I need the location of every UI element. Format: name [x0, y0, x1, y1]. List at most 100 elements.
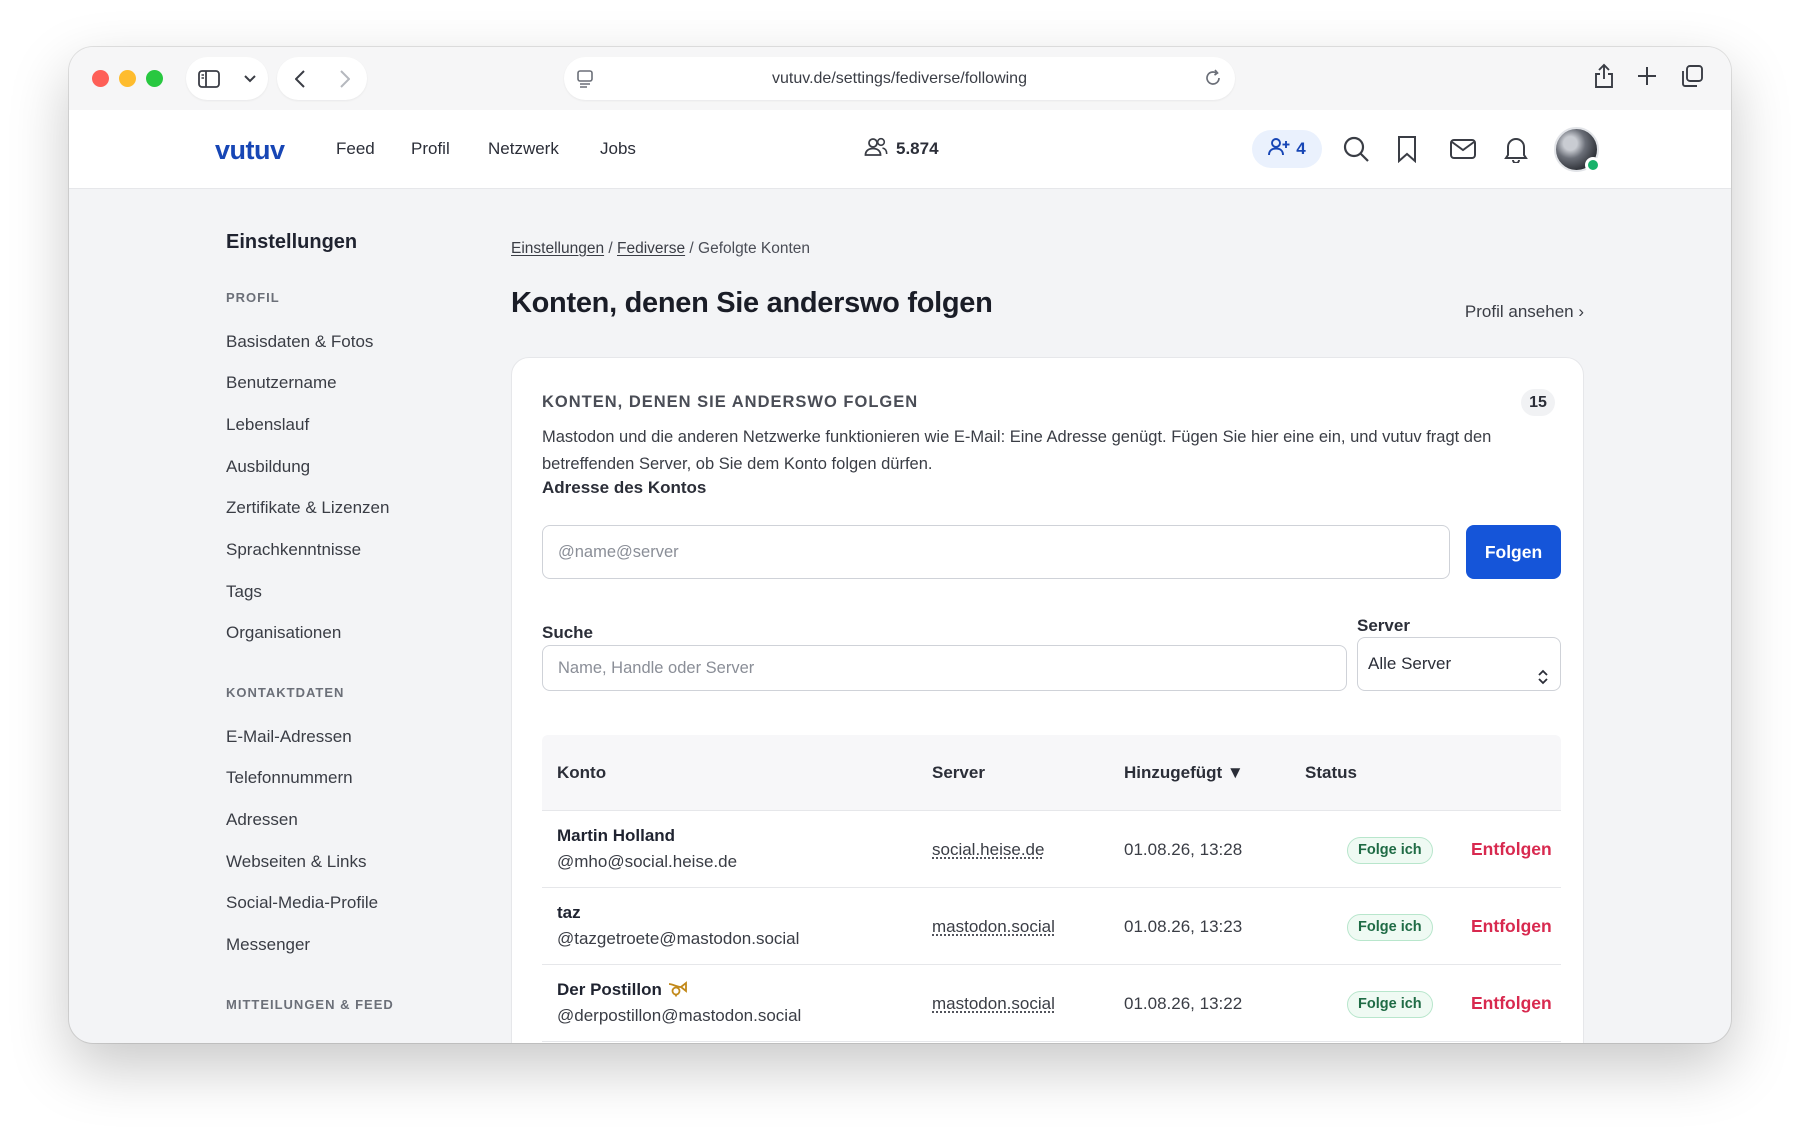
breadcrumb-einstellungen[interactable]: Einstellungen — [511, 240, 604, 257]
site-header: vutuv Feed Profil Netzwerk Jobs 5.874 4 — [69, 110, 1731, 189]
status-badge: Folge ich — [1347, 914, 1433, 941]
column-header-status[interactable]: Status — [1305, 763, 1357, 783]
sidebar-item-basisdaten[interactable]: Basisdaten & Fotos — [226, 332, 373, 352]
follow-button[interactable]: Folgen — [1466, 525, 1561, 579]
zoom-window-button[interactable] — [146, 70, 163, 87]
sidebar-title: Einstellungen — [226, 231, 358, 253]
vutuv-logo[interactable]: vutuv — [215, 135, 285, 166]
account-server[interactable]: mastodon.social — [932, 917, 1055, 937]
sidebar-item-telefonnummern[interactable]: Telefonnummern — [226, 768, 353, 788]
sidebar-section-mitteilungen: MITTEILUNGEN & FEED — [226, 997, 394, 1012]
sidebar-item-sprachkenntnisse[interactable]: Sprachkenntnisse — [226, 540, 361, 560]
table-header: Konto Server Hinzugefügt ▼ Status — [542, 735, 1561, 811]
add-user-icon — [1268, 137, 1290, 162]
sidebar-toggle-group — [186, 57, 268, 100]
view-profile-link[interactable]: Profil ansehen › — [1465, 302, 1584, 322]
breadcrumb-separator: / — [689, 240, 699, 257]
account-server[interactable]: social.heise.de — [932, 840, 1044, 860]
breadcrumb-fediverse[interactable]: Fediverse — [617, 240, 685, 257]
history-nav-group — [277, 57, 367, 100]
added-date: 01.08.26, 13:22 — [1124, 994, 1243, 1013]
nav-feed[interactable]: Feed — [336, 139, 375, 159]
added-date: 01.08.26, 13:23 — [1124, 917, 1243, 936]
tab-overview-icon[interactable] — [1680, 63, 1704, 94]
mail-icon[interactable] — [1449, 135, 1477, 168]
account-server[interactable]: mastodon.social — [932, 994, 1055, 1014]
account-handle: @derpostillon@mastodon.social — [557, 1006, 802, 1025]
reload-icon[interactable] — [1204, 69, 1222, 92]
following-card: KONTEN, DENEN SIE ANDERSWO FOLGEN 15 Mas… — [511, 357, 1584, 1043]
server-select[interactable]: Alle Server — [1357, 637, 1561, 691]
following-table: Konto Server Hinzugefügt ▼ Status Martin… — [542, 735, 1561, 1042]
sidebar-item-messenger[interactable]: Messenger — [226, 935, 310, 955]
sidebar-section-kontaktdaten: KONTAKTDATEN — [226, 685, 345, 700]
sidebar-item-webseiten[interactable]: Webseiten & Links — [226, 852, 366, 872]
account-handle: @tazgetroete@mastodon.social — [557, 929, 800, 948]
account-name-wrapper: Der Postillon — [557, 980, 688, 1000]
column-header-server[interactable]: Server — [932, 763, 985, 783]
nav-jobs[interactable]: Jobs — [600, 139, 636, 159]
column-header-konto[interactable]: Konto — [557, 763, 606, 783]
account-name: taz — [557, 903, 581, 922]
sidebar-item-tags[interactable]: Tags — [226, 582, 262, 602]
account-name: Der Postillon — [557, 980, 662, 999]
card-heading: KONTEN, DENEN SIE ANDERSWO FOLGEN — [542, 393, 919, 411]
address-label: Adresse des Kontos — [542, 478, 707, 497]
forward-arrow-icon[interactable] — [339, 69, 350, 88]
table-row: Martin Holland @mho@social.heise.de soci… — [542, 811, 1561, 888]
breadcrumb-separator: / — [608, 240, 618, 257]
unfollow-button[interactable]: Entfolgen — [1471, 993, 1552, 1014]
account-address-input[interactable] — [542, 525, 1450, 579]
post-horn-icon — [668, 981, 687, 997]
breadcrumb-current: Gefolgte Konten — [698, 240, 811, 257]
added-date: 01.08.26, 13:28 — [1124, 840, 1243, 859]
sidebar-icon[interactable] — [198, 69, 220, 88]
bookmark-icon[interactable] — [1396, 135, 1418, 168]
search-icon[interactable] — [1342, 135, 1370, 168]
address-bar[interactable]: vutuv.de/settings/fediverse/following — [564, 57, 1235, 100]
url-text: vutuv.de/settings/fediverse/following — [772, 70, 1027, 87]
server-label: Server — [1357, 616, 1410, 635]
sidebar-item-adressen[interactable]: Adressen — [226, 810, 298, 830]
online-status-indicator — [1585, 157, 1601, 173]
column-header-hinzugefuegt[interactable]: Hinzugefügt ▼ — [1124, 763, 1244, 783]
sidebar-item-zertifikate[interactable]: Zertifikate & Lizenzen — [226, 498, 389, 518]
minimize-window-button[interactable] — [119, 70, 136, 87]
bell-icon[interactable] — [1503, 135, 1529, 168]
users-icon — [864, 137, 888, 162]
nav-netzwerk[interactable]: Netzwerk — [488, 139, 559, 159]
browser-toolbar: vutuv.de/settings/fediverse/following — [69, 47, 1731, 110]
search-input[interactable] — [542, 645, 1347, 691]
member-count[interactable]: 5.874 — [864, 135, 939, 163]
close-window-button[interactable] — [92, 70, 109, 87]
member-count-value: 5.874 — [896, 139, 939, 158]
unfollow-button[interactable]: Entfolgen — [1471, 916, 1552, 937]
sidebar-item-organisationen[interactable]: Organisationen — [226, 623, 341, 643]
breadcrumb: Einstellungen / Fediverse / Gefolgte Kon… — [511, 240, 810, 258]
sidebar-item-social-media[interactable]: Social-Media-Profile — [226, 893, 378, 913]
following-count-badge: 15 — [1521, 389, 1555, 416]
contact-requests-button[interactable]: 4 — [1252, 130, 1322, 168]
sidebar-section-profil: PROFIL — [226, 290, 280, 305]
table-row: Der Postillon @derpostillon@mastodon.soc… — [542, 965, 1561, 1042]
unfollow-button[interactable]: Entfolgen — [1471, 839, 1552, 860]
back-arrow-icon[interactable] — [294, 69, 305, 88]
browser-window: vutuv.de/settings/fediverse/following vu… — [69, 47, 1731, 1043]
table-row: taz @tazgetroete@mastodon.social mastodo… — [542, 888, 1561, 965]
card-description: Mastodon und die anderen Netzwerke funkt… — [542, 428, 1492, 473]
sidebar-item-email[interactable]: E-Mail-Adressen — [226, 727, 352, 747]
chevron-down-icon[interactable] — [244, 74, 256, 83]
sidebar-item-ausbildung[interactable]: Ausbildung — [226, 457, 310, 477]
sidebar-item-benutzername[interactable]: Benutzername — [226, 373, 337, 393]
nav-profil[interactable]: Profil — [411, 139, 450, 159]
account-handle: @mho@social.heise.de — [557, 852, 738, 871]
requests-count: 4 — [1296, 139, 1306, 158]
server-select-value: Alle Server — [1368, 654, 1452, 673]
sidebar-item-lebenslauf[interactable]: Lebenslauf — [226, 415, 309, 435]
new-tab-icon[interactable] — [1636, 63, 1658, 94]
up-down-chevron-icon — [1538, 655, 1548, 707]
share-icon[interactable] — [1593, 63, 1615, 94]
page-title: Konten, denen Sie anderswo folgen — [511, 287, 993, 319]
status-badge: Folge ich — [1347, 837, 1433, 864]
search-label: Suche — [542, 623, 594, 642]
